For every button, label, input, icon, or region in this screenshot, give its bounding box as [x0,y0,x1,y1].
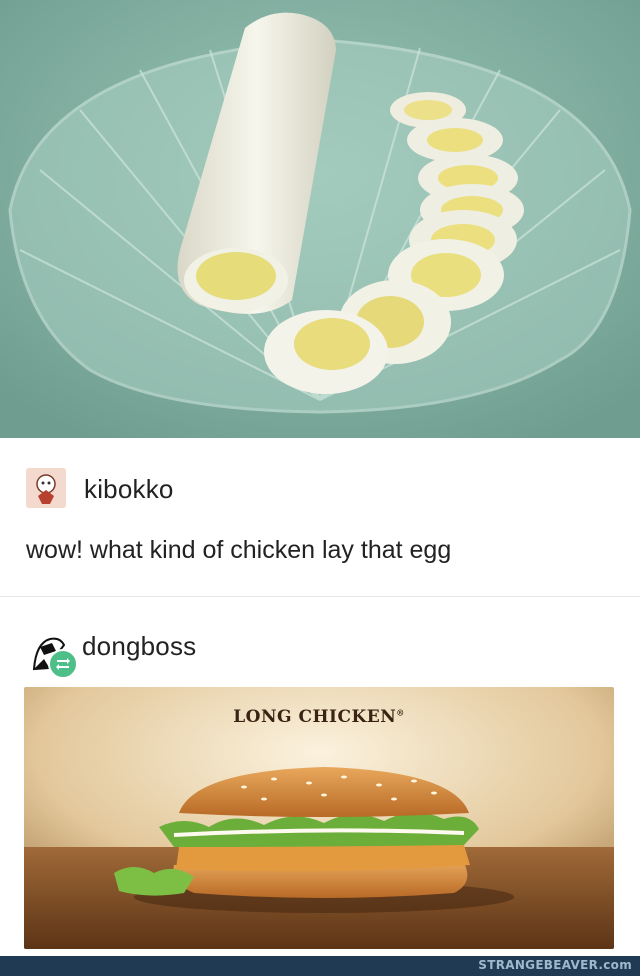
post-text: wow! what kind of chicken lay that egg [26,536,452,564]
post-dongboss: dongboss LONG CHICKEN® [0,597,640,976]
footer-bar: STRANGEBEAVER.com [0,956,640,976]
watermark: STRANGEBEAVER.com [478,958,632,972]
post-kibokko: kibokko wow! what kind of chicken lay th… [0,438,640,596]
cartoon-avatar-icon[interactable] [26,468,66,508]
long-chicken-ad-image: LONG CHICKEN® [24,687,614,949]
ad-title: LONG CHICKEN® [24,707,614,727]
ad-title-text: LONG CHICKEN [233,707,397,727]
username-kibokko[interactable]: kibokko [84,474,174,505]
username-dongboss[interactable]: dongboss [82,631,196,662]
trademark-mark: ® [396,707,405,718]
egg-photo [0,0,640,438]
reblog-icon [48,649,78,679]
